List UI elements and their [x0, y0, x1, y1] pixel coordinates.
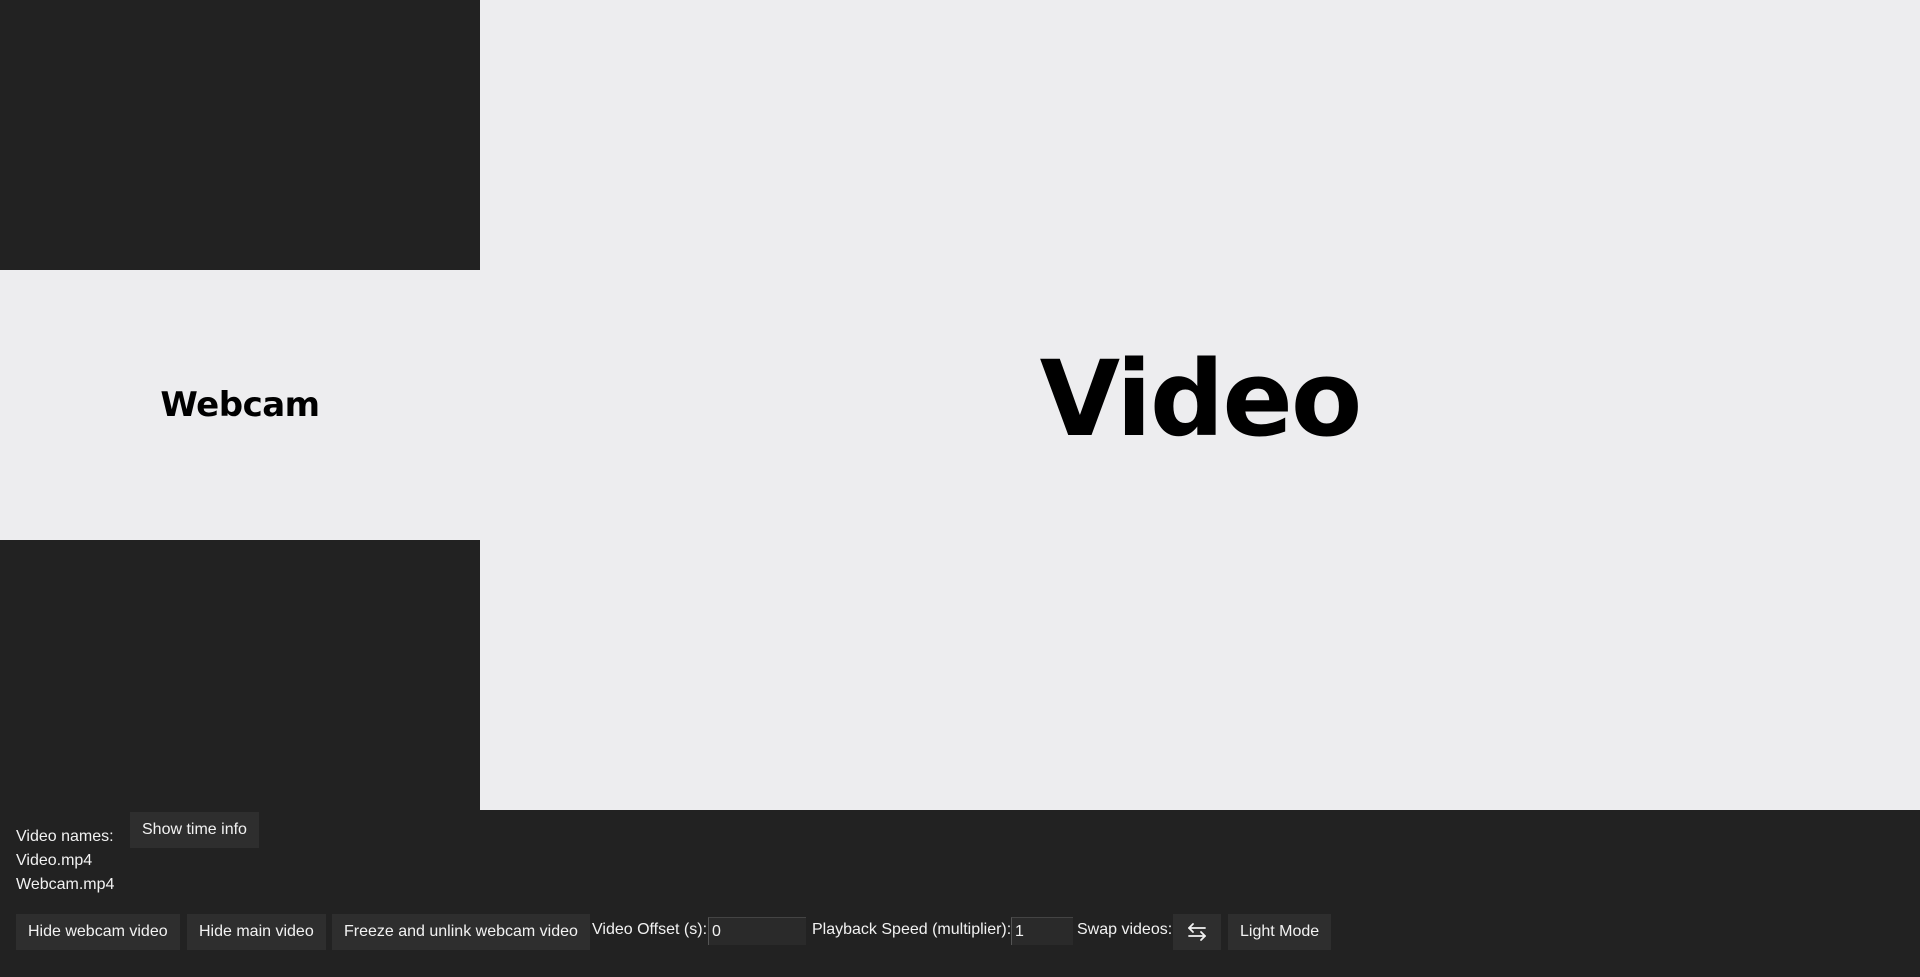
hide-webcam-button[interactable]: Hide webcam video [16, 914, 180, 950]
webcam-video[interactable]: Webcam [0, 270, 480, 540]
show-time-info-button[interactable]: Show time info [130, 812, 259, 848]
main-video-label: Video [1039, 338, 1363, 460]
hide-main-video-button[interactable]: Hide main video [187, 914, 326, 950]
freeze-unlink-webcam-button[interactable]: Freeze and unlink webcam video [332, 914, 590, 950]
webcam-video-label: Webcam [160, 385, 320, 425]
video-offset-input[interactable] [708, 917, 806, 945]
main-video-filename: Video.mp4 [16, 852, 93, 869]
playback-speed-label: Playback Speed (multiplier): [812, 921, 1012, 938]
video-offset-label: Video Offset (s): [592, 921, 708, 938]
controls-bar [0, 810, 1920, 977]
swap-videos-button[interactable] [1173, 914, 1221, 950]
webcam-video-filename: Webcam.mp4 [16, 876, 115, 893]
swap-arrows-icon [1188, 923, 1206, 941]
app-root: Webcam Video Video names: Video.mp4 Webc… [0, 0, 1920, 977]
light-mode-button[interactable]: Light Mode [1228, 914, 1332, 950]
webcam-pane: Webcam [0, 0, 480, 810]
playback-speed-input[interactable] [1011, 917, 1073, 945]
swap-videos-label: Swap videos: [1077, 921, 1173, 938]
main-video[interactable]: Video [480, 0, 1920, 810]
video-names-block: Video names: Video.mp4 Webcam.mp4 [16, 825, 114, 897]
video-names-heading: Video names: [16, 828, 114, 845]
